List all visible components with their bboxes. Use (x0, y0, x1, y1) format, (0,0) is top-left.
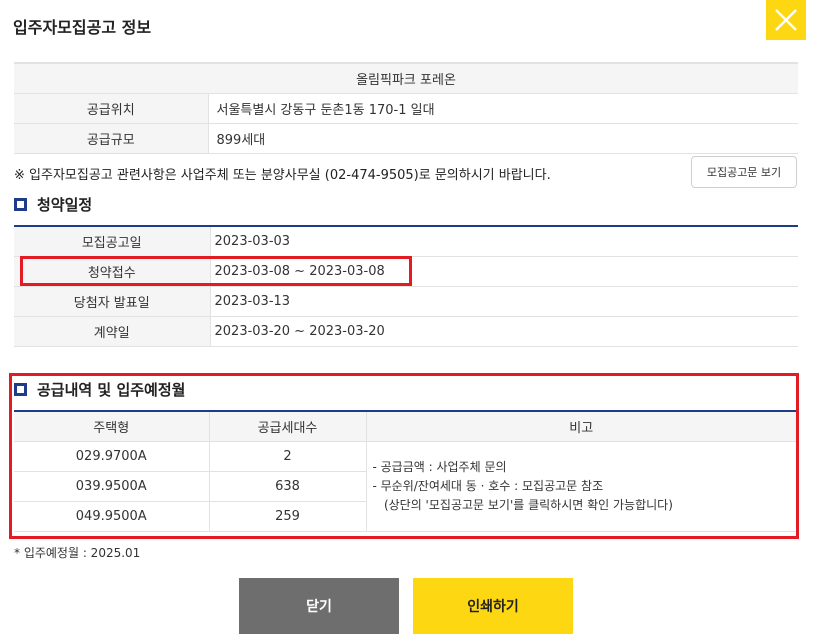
dialog-header: 입주자모집공고 정보 (0, 0, 825, 50)
units-cell: 638 (209, 471, 367, 502)
schedule-table: 모집공고일 2023-03-03 청약접수 2023-03-08 ~ 2023-… (14, 225, 798, 347)
table-header-row: 주택형 공급세대수 비고 (14, 411, 796, 442)
view-announcement-button[interactable]: 모집공고문 보기 (691, 156, 797, 188)
dialog-title: 입주자모집공고 정보 (13, 18, 152, 37)
remarks-line: (상단의 '모집공고문 보기'를 클릭하시면 확인 가능합니다) (372, 497, 673, 512)
column-header-units: 공급세대수 (209, 411, 367, 442)
supply-scale-label: 공급규모 (14, 123, 209, 154)
square-bullet-icon (14, 383, 27, 396)
housing-type-cell: 029.9700A (14, 441, 210, 472)
table-row: 계약일 2023-03-20 ~ 2023-03-20 (14, 316, 798, 347)
units-cell: 2 (209, 441, 367, 472)
close-x-icon (775, 9, 797, 31)
supply-section-title: 공급내역 및 입주예정월 (14, 379, 185, 400)
housing-type-cell: 039.9500A (14, 471, 210, 502)
winner-announcement-label: 당첨자 발표일 (14, 286, 211, 317)
supply-scale-value: 899세대 (208, 123, 798, 154)
complex-name: 올림픽파크 포레온 (14, 63, 798, 94)
announcement-date-value: 2023-03-03 (210, 226, 798, 257)
announcement-date-label: 모집공고일 (14, 226, 211, 257)
supply-title-text: 공급내역 및 입주예정월 (37, 381, 186, 399)
table-row: 당첨자 발표일 2023-03-13 (14, 286, 798, 317)
close-dialog-button[interactable] (766, 0, 806, 40)
supply-location-label: 공급위치 (14, 93, 209, 124)
units-cell: 259 (209, 501, 367, 532)
column-header-housing-type: 주택형 (14, 411, 210, 442)
remarks-cell: - 공급금액 : 사업주체 문의 - 무순위/잔여세대 동 · 호수 : 모집공… (366, 441, 796, 532)
schedule-section-title: 청약일정 (14, 194, 92, 215)
supply-location-value: 서울특별시 강동구 둔촌1동 170-1 일대 (208, 93, 798, 124)
inquiry-notice: ※ 입주자모집공고 관련사항은 사업주체 또는 분양사무실 (02-474-95… (14, 168, 551, 183)
square-bullet-icon (14, 198, 27, 211)
winner-announcement-value: 2023-03-13 (210, 286, 798, 317)
column-header-remarks: 비고 (366, 411, 796, 442)
table-row: 청약접수 2023-03-08 ~ 2023-03-08 (14, 256, 798, 287)
move-in-month: * 입주예정월 : 2025.01 (14, 546, 141, 560)
close-button[interactable]: 닫기 (239, 578, 399, 634)
remarks-line: - 공급금액 : 사업주체 문의 (372, 459, 507, 474)
application-label: 청약접수 (14, 256, 211, 287)
remarks-line: - 무순위/잔여세대 동 · 호수 : 모집공고문 참조 (372, 478, 604, 493)
application-value: 2023-03-08 ~ 2023-03-08 (210, 256, 798, 287)
complex-info-table: 올림픽파크 포레온 공급위치 서울특별시 강동구 둔촌1동 170-1 일대 공… (14, 62, 798, 154)
contract-date-value: 2023-03-20 ~ 2023-03-20 (210, 316, 798, 347)
schedule-title-text: 청약일정 (37, 196, 93, 214)
table-row: 029.9700A 2 - 공급금액 : 사업주체 문의 - 무순위/잔여세대 … (14, 441, 796, 532)
table-row: 모집공고일 2023-03-03 (14, 226, 798, 257)
supply-table: 주택형 공급세대수 비고 029.9700A 2 - 공급금액 : 사업주체 문… (14, 410, 796, 532)
print-button[interactable]: 인쇄하기 (413, 578, 573, 634)
housing-type-cell: 049.9500A (14, 501, 210, 532)
contract-date-label: 계약일 (14, 316, 211, 347)
